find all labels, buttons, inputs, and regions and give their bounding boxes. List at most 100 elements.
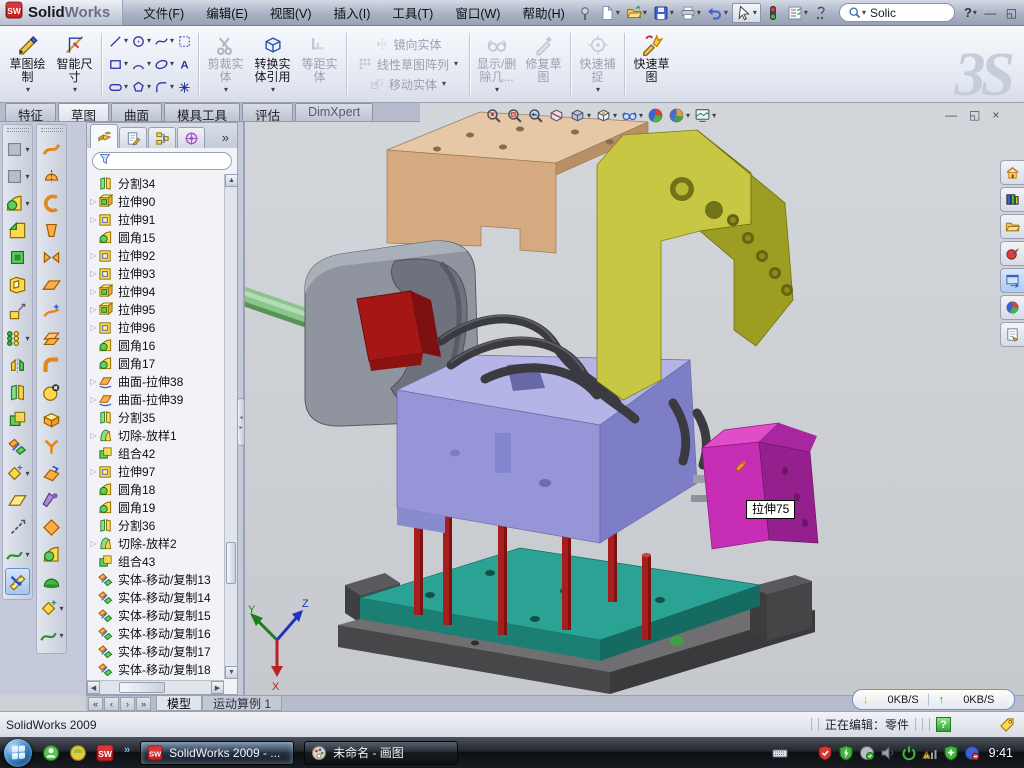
move-copy-button[interactable] [8,433,27,460]
graphics-area[interactable]: Y Z X ▾▾▾▾▾ —◱× 拉伸75 [244,103,1024,695]
chamfer-button[interactable] [8,217,27,244]
tree-item[interactable]: 分割36 [89,516,223,534]
section-view-button[interactable] [548,107,565,124]
configuration-manager-tab[interactable] [148,127,176,148]
tree-filter[interactable] [92,152,232,170]
tree-item[interactable]: ▷拉伸97 [89,462,223,480]
selection-marquee-button[interactable] [177,31,192,52]
tree-item[interactable]: 实体-移动/复制14 [89,588,223,606]
ellipse-button[interactable]: ▾ [154,54,174,75]
move-entities-button[interactable]: 移动实体▾ [370,76,446,93]
smart-dimension-button[interactable]: 智能尺寸▾ [51,29,98,100]
menu-item[interactable]: 文件(F) [133,0,194,26]
messenger-shortcut[interactable] [42,744,60,762]
tree-item[interactable]: 实体-移动/复制17 [89,642,223,660]
combine-button[interactable] [8,406,27,433]
arc-button[interactable]: ▾ [131,54,151,75]
keyboard-tray-icon[interactable] [772,745,788,761]
spline-button[interactable]: ▾ [154,31,174,52]
trim-entities-button[interactable]: 剪裁实体▾ [202,29,249,100]
mirror-button[interactable] [8,352,27,379]
quick-tips-button[interactable]: ? [936,717,951,732]
part-core-block[interactable] [397,355,718,543]
point-button[interactable] [177,77,192,98]
tag-icon[interactable] [999,717,1014,732]
expand-icon[interactable]: ▷ [89,467,98,476]
expand-icon[interactable]: ▷ [89,251,98,260]
surface-elbow-button[interactable] [42,352,61,379]
axis-button[interactable] [8,514,27,541]
tree-item[interactable]: 分割35 [89,408,223,426]
expand-icon[interactable]: ▷ [89,287,98,296]
toolbar-grip[interactable] [7,128,29,132]
menu-item[interactable]: 工具(T) [382,0,443,26]
scroll-thumb[interactable] [226,542,236,584]
print-button[interactable]: ▾ [678,4,703,22]
knit-surface-button[interactable] [42,433,61,460]
boundary-surface-button[interactable] [42,244,61,271]
measure-button[interactable] [5,568,30,595]
tree-item[interactable]: 实体-移动/复制18 [89,660,223,678]
tree-item[interactable]: ▷拉伸95 [89,300,223,318]
reference-point-button[interactable]: ▾ [39,595,63,622]
taskbar-task[interactable]: SWSolidWorks 2009 - ... [140,741,294,765]
pin-button[interactable] [575,4,595,22]
fm-overflow-button[interactable]: » [217,130,234,148]
tree-item[interactable]: 圆角17 [89,354,223,372]
tree-item[interactable]: ▷曲面-拉伸39 [89,390,223,408]
feature-statistics-button[interactable] [763,4,783,22]
sync-status-tray-icon[interactable] [964,745,980,761]
file-explorer-tab[interactable] [1000,214,1024,239]
menu-item[interactable]: 窗口(W) [445,0,510,26]
tree-item[interactable]: 实体-移动/复制16 [89,624,223,642]
menu-item[interactable]: 视图(V) [260,0,322,26]
tree-item[interactable]: 组合42 [89,444,223,462]
open-button[interactable]: ▾ [624,4,649,22]
expand-icon[interactable]: ▷ [89,395,98,404]
text-button[interactable]: A [177,54,192,75]
quick-launch-overflow[interactable]: » [124,744,130,756]
draft-button[interactable] [8,298,27,325]
previous-view-button[interactable] [527,107,544,124]
scroll-left-button[interactable]: ◀ [87,681,100,694]
minimize-button[interactable]: — [981,6,1000,20]
extruded-boss-button[interactable]: ▾ [5,136,29,163]
apply-scene-button[interactable]: ▾ [668,107,690,124]
dimxpert-manager-tab[interactable] [177,127,205,148]
plane-button[interactable] [8,487,27,514]
linear-sketch-pattern-button[interactable]: 线性草图阵列▾ [358,56,458,73]
tree-vertical-scrollbar[interactable]: ▲ ▼ [224,174,237,679]
lofted-surface-button[interactable] [42,217,61,244]
curve-button[interactable]: ▾ [5,541,29,568]
offset-entities-button[interactable]: 等距实体 [296,29,343,100]
tree-item[interactable]: ▷拉伸90 [89,192,223,210]
search-input[interactable]: Solic [870,6,896,20]
model-tab[interactable]: 运动算例 1 [202,696,282,711]
split-button[interactable] [8,379,27,406]
delete-face-button[interactable] [42,379,61,406]
part-support-bracket[interactable] [597,130,793,400]
offset-surface-button[interactable] [42,325,61,352]
scroll-up-button[interactable]: ▲ [225,174,238,187]
tree-item[interactable]: ▷切除-放样1 [89,426,223,444]
solidworks-resources-tab[interactable] [1000,160,1024,185]
feature-manager-tab[interactable] [90,124,118,148]
mirror-entities-button[interactable]: 镜向实体 [375,36,442,53]
update-status-tray-icon[interactable] [859,745,875,761]
circle-button[interactable]: ▾ [131,31,151,52]
sketch-fillet-button[interactable]: ▾ [154,77,174,98]
quick-snaps-button[interactable]: 快速捕捉▾ [574,29,621,100]
menu-item[interactable]: 编辑(E) [196,0,258,26]
zoom-fit-button[interactable] [485,107,502,124]
dome-button[interactable] [42,568,61,595]
view-orientation-button[interactable]: ▾ [595,107,617,124]
curve-button[interactable]: ▾ [39,622,63,649]
expand-icon[interactable]: ▷ [89,323,98,332]
design-library-tab[interactable] [1000,187,1024,212]
undo-button[interactable]: ▾ [705,4,730,22]
volume-tray-icon[interactable] [880,745,896,761]
tree-horizontal-scrollbar[interactable]: ◀ ▶ [87,680,224,694]
tree-item[interactable]: ▷拉伸94 [89,282,223,300]
toolbar-grip[interactable] [41,128,63,132]
custom-properties-tab[interactable] [1000,322,1024,347]
